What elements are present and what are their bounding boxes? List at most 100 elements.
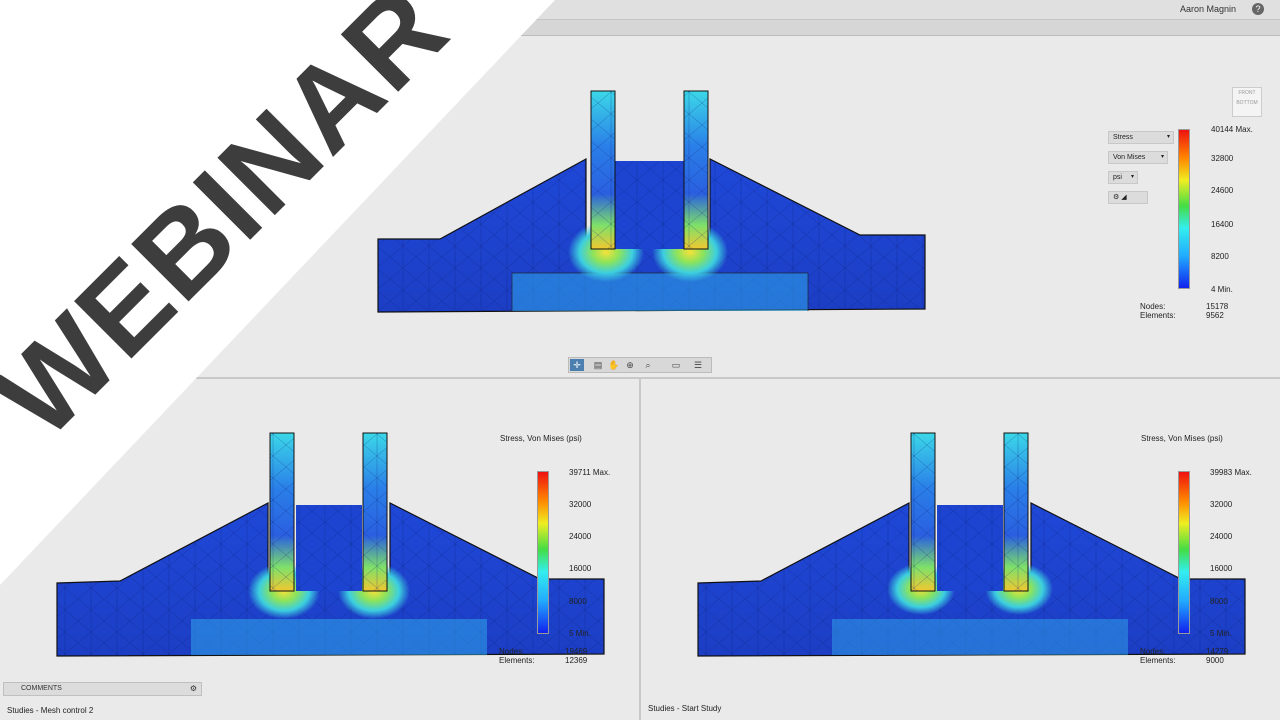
file-menu-icon[interactable]: ▤▾ (36, 3, 52, 17)
bottom-left-viewport[interactable]: Stress, Von Mises (psi) 39711 Max. 32000… (0, 379, 639, 720)
document-title: 1 original v3* (24, 23, 77, 33)
tree-subitem[interactable]: ▷ (38, 196, 98, 208)
help-icon[interactable]: ? (1252, 3, 1264, 15)
ok-check-icon (41, 150, 50, 159)
undo-icon[interactable]: ↶▾ (98, 3, 113, 17)
orbit-icon[interactable]: ✛ (570, 359, 584, 371)
viewcube-bottom-face[interactable]: BOTTOM (1233, 98, 1261, 108)
bulb-icon[interactable] (52, 182, 61, 191)
tree-label: Mesh C (55, 165, 106, 175)
right-legend-tick: 16000 (1210, 564, 1233, 573)
bottom-right-viewport[interactable]: Stress, Von Mises (psi) 39983 Max. 32000… (641, 379, 1280, 720)
save-icon[interactable]: ▣ (70, 3, 80, 17)
right-legend-tick: 24000 (1210, 532, 1233, 541)
result-type-dropdown[interactable]: Stress ▾ (1108, 131, 1174, 144)
application-bar: ▦ ▤▾ ▣ ↶▾ ↷▾ Aaron Magnin ? (0, 0, 1280, 20)
tree-item-start-study[interactable]: ▷ Start Study (26, 148, 196, 160)
app-grid-icon[interactable]: ▦ (8, 3, 18, 17)
right-legend-tick: 8000 (1210, 597, 1228, 606)
right-elements-label: Elements: (1140, 656, 1176, 665)
tree-item-finished[interactable]: ▷ Finished (26, 132, 196, 144)
legend-settings[interactable]: ⚙ ◢ (1108, 191, 1148, 204)
right-nodes-value: 14279 (1206, 647, 1229, 656)
display-settings-icon[interactable]: ▭ (669, 359, 683, 371)
left-legend-max: 39711 Max. (569, 468, 611, 477)
tree-item-mesh-control[interactable]: ◢ Mesh C (26, 164, 196, 176)
tree-subitem[interactable]: ▷ (38, 180, 98, 192)
document-tab[interactable]: 1 original v3* ○ × (0, 20, 130, 36)
grid-settings-icon[interactable]: ☰ (691, 359, 705, 371)
collapse-arrow-icon[interactable]: ◢ (26, 164, 34, 176)
browser-title: BROWSER (22, 83, 59, 90)
error-icon (41, 134, 50, 143)
navigation-toolbar: ✛ ▤ ✋ ⊕ ⌕ ▭ ☰ (568, 357, 712, 373)
right-legend-tick: 32000 (1210, 500, 1233, 509)
top-legend-min: 4 Min. (1211, 285, 1233, 294)
left-legend-tick: 8000 (569, 597, 587, 606)
left-legend-min: 5 Min. (569, 629, 591, 638)
tree-label: Studies (42, 101, 74, 111)
top-legend-max: 40144 Max. (1211, 125, 1253, 134)
user-menu[interactable]: Aaron Magnin (1180, 4, 1236, 14)
right-nodes-label: Nodes: (1140, 647, 1166, 656)
left-legend-tick: 32000 (569, 500, 592, 509)
zoom-window-icon[interactable]: ⌕ (641, 359, 655, 371)
tree-label: Start Study (55, 149, 116, 159)
left-nodes-label: Nodes: (499, 647, 525, 656)
tree-label: Units: Custom (40, 117, 108, 127)
expand-arrow-icon[interactable]: ▷ (26, 132, 34, 144)
top-legend-tick: 8200 (1211, 252, 1229, 261)
animate-button[interactable]: ANIMATE (140, 39, 198, 77)
left-elements-label: Elements: (499, 656, 535, 665)
expand-arrow-icon[interactable]: ▷ (38, 180, 46, 192)
pan-icon[interactable]: ✋ (607, 359, 621, 371)
redo-icon[interactable]: ↷▾ (126, 3, 141, 17)
browser-header[interactable]: ◂◂ BROWSER (0, 82, 205, 94)
top-legend-tick: 24600 (1211, 186, 1234, 195)
top-nodes-label: Nodes: (1140, 302, 1166, 311)
tree-item-units[interactable]: Units: Custom (40, 116, 200, 128)
close-tab-icon[interactable]: × (119, 21, 125, 33)
synchronize-icon (94, 41, 120, 63)
right-pane-caption: Studies - Start Study (648, 704, 722, 713)
top-color-bar (1178, 129, 1190, 289)
expand-arrow-icon[interactable]: ▷ (26, 148, 34, 160)
left-legend-tick: 24000 (569, 532, 592, 541)
tree-subitem[interactable]: ▷ (38, 212, 98, 224)
synchronize-label: SYNCHRONIZE ▾ (78, 67, 136, 74)
bulb-icon[interactable] (52, 198, 61, 207)
comments-settings-icon[interactable]: ⚙ (190, 683, 197, 695)
collapse-arrow-icon[interactable]: ◢ (12, 100, 20, 112)
studies-icon (28, 102, 37, 111)
tree-item-studies[interactable]: ◢ Studies (12, 100, 192, 112)
look-at-icon[interactable]: ▤ (591, 359, 605, 371)
left-elements-value: 12369 (565, 656, 588, 665)
ribbon-toolbar: COMPARE ▾ SYNCHRONIZE ▾ ANIMATE (0, 37, 230, 80)
tree-label: Finished (55, 133, 108, 143)
unit-dropdown[interactable]: psi ▾ (1108, 171, 1138, 184)
document-cube-icon (6, 23, 15, 32)
top-nodes-value: 15178 (1206, 302, 1229, 311)
left-color-bar (537, 471, 549, 634)
right-color-bar (1178, 471, 1190, 634)
animate-icon (156, 41, 182, 63)
right-legend-title: Stress, Von Mises (psi) (1141, 434, 1223, 443)
expand-arrow-icon[interactable]: ▷ (38, 212, 46, 224)
document-tab-bar: 1 original v3* ○ × (0, 20, 1280, 36)
right-elements-value: 9000 (1206, 656, 1224, 665)
right-legend-min: 5 Min. (1210, 629, 1232, 638)
collapse-icon[interactable]: ◂◂ (5, 82, 14, 93)
top-elements-label: Elements: (1140, 311, 1176, 320)
result-component-dropdown[interactable]: Von Mises ▾ (1108, 151, 1168, 164)
animate-label: ANIMATE (153, 66, 185, 73)
comments-bar[interactable]: COMMENTS ⚙ (3, 682, 202, 696)
view-cube[interactable]: FRONT BOTTOM (1232, 87, 1262, 117)
compare-button[interactable]: COMPARE ▾ (6, 39, 72, 77)
left-legend-title: Stress, Von Mises (psi) (500, 434, 582, 443)
zoom-icon[interactable]: ⊕ (623, 359, 637, 371)
synchronize-button[interactable]: SYNCHRONIZE ▾ (78, 39, 136, 77)
viewcube-front-face[interactable]: FRONT (1233, 88, 1261, 98)
expand-arrow-icon[interactable]: ▷ (38, 196, 46, 208)
top-legend-tick: 32800 (1211, 154, 1234, 163)
left-pane-caption: Studies - Mesh control 2 (7, 706, 94, 715)
